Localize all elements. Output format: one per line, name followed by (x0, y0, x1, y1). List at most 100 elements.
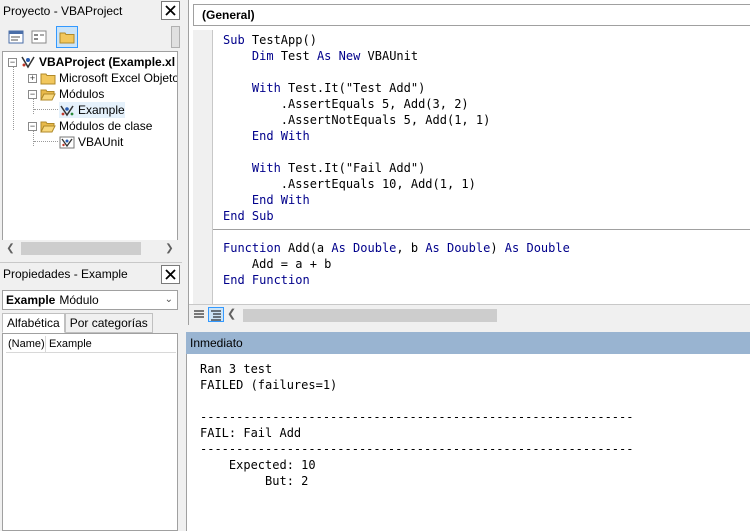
object-selector[interactable]: Example Módulo ⌄ (2, 290, 178, 310)
code-keyword: As New (316, 49, 361, 63)
code-text: .AssertEquals 10, Add(1, 1) (223, 177, 476, 191)
tree-item-vbaproject[interactable]: − VBAProject (Example.xl (8, 54, 175, 70)
tree-item-example-module[interactable]: Example (59, 102, 125, 118)
full-module-view-button[interactable] (208, 307, 224, 322)
tab-alphabetic[interactable]: Alfabética (2, 313, 65, 333)
code-text: Test.It("Test Add") (280, 81, 426, 95)
view-object-button[interactable] (28, 26, 50, 48)
code-keyword: End With (251, 129, 310, 143)
property-value[interactable]: Example (46, 336, 92, 352)
scroll-thumb[interactable] (21, 242, 141, 255)
immediate-output[interactable]: Ran 3 test FAILED (failures=1) -----------… (200, 361, 633, 489)
properties-pane-title-bar: Propiedades - Example (0, 262, 182, 284)
immediate-line: ----------------------------------------… (200, 442, 634, 456)
code-text: .AssertEquals 5, Add(3, 2) (223, 97, 469, 111)
code-window: (General) Sub TestApp() Dim Test As New … (188, 0, 750, 325)
tree-item-vbaunit-class[interactable]: VBAUnit (59, 134, 123, 150)
tree-item-class-modules[interactable]: − Módulos de clase (28, 118, 152, 134)
code-line[interactable] (223, 144, 570, 160)
collapse-icon[interactable]: − (28, 121, 37, 131)
object-type: Módulo (59, 293, 99, 307)
tab-by-category[interactable]: Por categorías (64, 313, 153, 333)
code-text: VBAUnit (360, 49, 419, 63)
project-pane-close-button[interactable] (161, 1, 180, 20)
code-keyword: As Double (425, 241, 491, 255)
code-keyword: With (251, 81, 281, 95)
property-row[interactable]: (Name) Example (6, 336, 176, 353)
view-code-icon (8, 30, 24, 44)
object-combo-value: (General) (202, 8, 255, 22)
expand-icon[interactable]: + (28, 73, 37, 83)
code-line[interactable]: Add = a + b (223, 256, 570, 272)
code-window-bottom-bar: ❮ (189, 304, 750, 325)
project-toolbar (0, 24, 182, 50)
code-hscroll-thumb[interactable] (243, 309, 497, 322)
code-keyword: With (251, 161, 281, 175)
tree-item-modules[interactable]: − Módulos (28, 86, 104, 102)
code-line[interactable]: .AssertEquals 10, Add(1, 1) (223, 176, 570, 192)
code-margin-bar[interactable] (193, 30, 213, 304)
immediate-line: FAIL: Fail Add (200, 426, 302, 440)
object-name: Example (6, 293, 56, 307)
code-line[interactable]: Sub TestApp() (223, 32, 570, 48)
code-line[interactable]: .AssertEquals 5, Add(3, 2) (223, 96, 570, 112)
class-module-icon (59, 135, 75, 149)
project-pane-title-bar: Proyecto - VBAProject (0, 0, 182, 22)
code-keyword: Function (223, 241, 281, 255)
left-column: Proyecto - VBAProject − VBAProject (Exam… (0, 0, 182, 531)
code-line[interactable] (223, 224, 570, 240)
code-text: ) (490, 241, 505, 255)
object-combo[interactable]: (General) (193, 4, 750, 26)
property-name: (Name) (8, 336, 46, 352)
folder-icon (40, 71, 56, 85)
tree-connector (13, 66, 14, 130)
immediate-window[interactable]: Ran 3 test FAILED (failures=1) -----------… (186, 354, 750, 531)
immediate-title-bar: Inmediato (186, 332, 750, 354)
chevron-down-icon[interactable]: ⌄ (165, 294, 173, 305)
procedure-view-button[interactable] (193, 308, 205, 323)
tree-item-label: Módulos de clase (59, 119, 153, 133)
code-keyword: Sub (223, 33, 245, 47)
code-line[interactable] (223, 64, 570, 80)
close-icon (165, 269, 176, 280)
toggle-folders-button[interactable] (56, 26, 78, 48)
tree-item-label: VBAProject (Example.xl (39, 55, 176, 69)
code-line[interactable]: With Test.It("Test Add") (223, 80, 570, 96)
code-editor[interactable]: Sub TestApp() Dim Test As New VBAUnit Wi… (223, 32, 570, 288)
collapse-icon[interactable]: − (8, 57, 17, 67)
project-pane-title: Proyecto - VBAProject (3, 4, 123, 18)
code-text: Test.It("Fail Add") (280, 161, 426, 175)
code-line[interactable]: End With (223, 128, 570, 144)
code-keyword: End Sub (223, 209, 274, 223)
code-line[interactable]: Function Add(a As Double, b As Double) A… (223, 240, 570, 256)
properties-pane-close-button[interactable] (161, 265, 180, 284)
code-line[interactable]: With Test.It("Fail Add") (223, 160, 570, 176)
scroll-left-icon[interactable]: ❮ (227, 307, 236, 320)
immediate-line: Ran 3 test (200, 362, 273, 376)
code-line[interactable]: End With (223, 192, 570, 208)
immediate-line: FAILED (failures=1) (200, 378, 338, 392)
procedure-separator (213, 229, 750, 230)
code-line[interactable]: End Function (223, 272, 570, 288)
vba-editor: Proyecto - VBAProject − VBAProject (Exam… (0, 0, 750, 531)
vbaproject-icon (20, 55, 36, 69)
view-code-button[interactable] (5, 26, 27, 48)
code-line[interactable]: .AssertNotEquals 5, Add(1, 1) (223, 112, 570, 128)
code-line[interactable]: End Sub (223, 208, 570, 224)
properties-grid: (Name) Example (2, 333, 178, 531)
scroll-left-icon[interactable]: ❮ (2, 240, 19, 257)
folder-icon (59, 32, 75, 44)
code-line[interactable]: Dim Test As New VBAUnit (223, 48, 570, 64)
properties-pane-title: Propiedades - Example (3, 266, 128, 281)
tree-item-label: Módulos (59, 87, 105, 101)
toolbar-overflow[interactable] (171, 26, 180, 48)
project-tree-hscrollbar[interactable]: ❮ ❯ (2, 240, 178, 257)
tree-item-label: Microsoft Excel Objetos (59, 71, 178, 85)
tree-item-excel-objects[interactable]: + Microsoft Excel Objetos (28, 70, 178, 86)
scroll-track[interactable] (19, 240, 161, 257)
code-text: Test (273, 49, 317, 63)
code-keyword: End Function (223, 273, 310, 287)
tree-connector (34, 109, 58, 110)
collapse-icon[interactable]: − (28, 89, 37, 99)
scroll-right-icon[interactable]: ❯ (161, 240, 178, 257)
